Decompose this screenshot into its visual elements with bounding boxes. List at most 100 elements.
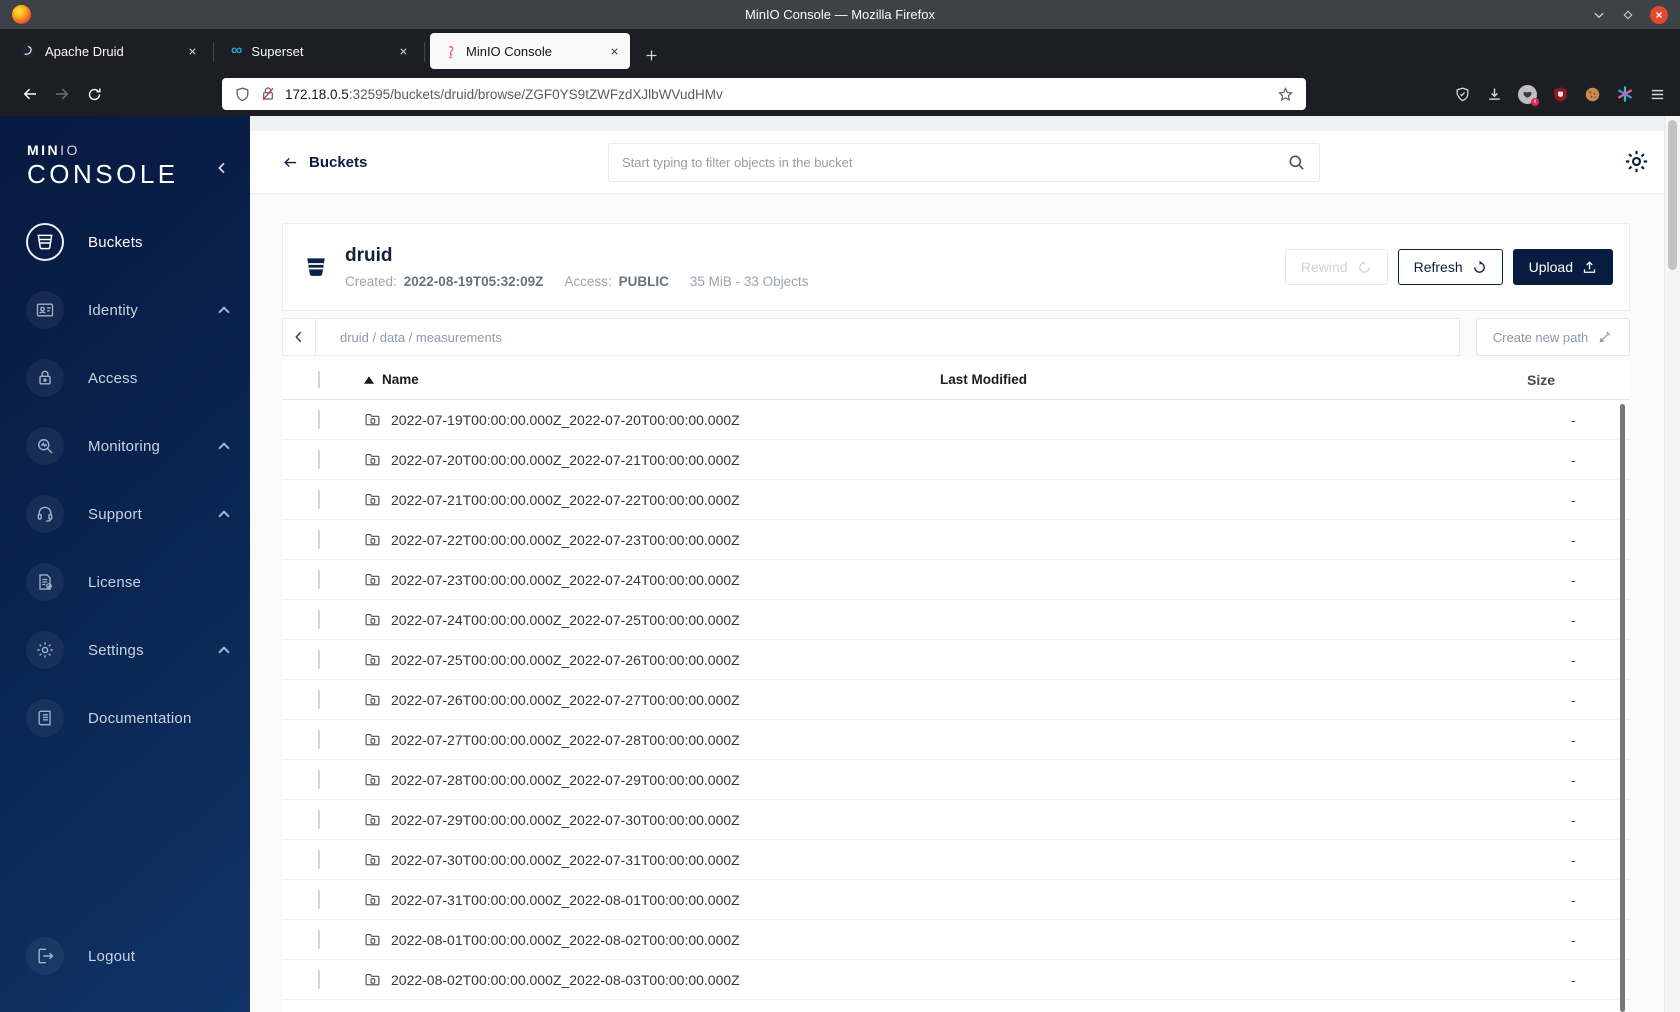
privacy-mask-icon[interactable]: x — [1518, 84, 1539, 106]
path-back-button[interactable] — [282, 318, 316, 356]
insecure-lock-icon[interactable] — [260, 86, 276, 102]
row-checkbox[interactable] — [318, 529, 320, 549]
folder-icon — [365, 893, 380, 906]
row-checkbox[interactable] — [318, 609, 320, 629]
sidebar-item-settings[interactable]: Settings — [0, 616, 250, 684]
url-text[interactable]: 172.18.0.5:32595/buckets/druid/browse/ZG… — [285, 87, 1268, 102]
object-name: 2022-08-01T00:00:00.000Z_2022-08-02T00:0… — [391, 931, 740, 948]
table-row[interactable]: 2022-07-27T00:00:00.000Z_2022-07-28T00:0… — [282, 720, 1630, 760]
table-row[interactable]: 2022-07-24T00:00:00.000Z_2022-07-25T00:0… — [282, 600, 1630, 640]
row-checkbox[interactable] — [318, 409, 320, 429]
sidebar-item-license[interactable]: License — [0, 548, 250, 616]
page-scrollbar-thumb[interactable] — [1668, 120, 1677, 270]
tab-superset[interactable]: ∞ Superset — [219, 33, 419, 69]
breadcrumb[interactable]: druid / data / measurements — [316, 318, 1460, 356]
row-checkbox[interactable] — [318, 689, 320, 709]
folder-icon — [365, 853, 380, 866]
tab-separator — [424, 42, 425, 62]
row-checkbox[interactable] — [318, 449, 320, 469]
sidebar-item-monitoring[interactable]: Monitoring — [0, 412, 250, 480]
row-checkbox[interactable] — [318, 969, 320, 989]
upload-button[interactable]: Upload — [1512, 249, 1613, 285]
settings-gear-button[interactable] — [1623, 148, 1650, 175]
table-row[interactable]: 2022-07-26T00:00:00.000Z_2022-07-27T00:0… — [282, 680, 1630, 720]
table-row[interactable]: 2022-07-23T00:00:00.000Z_2022-07-24T00:0… — [282, 560, 1630, 600]
forward-icon[interactable] — [46, 78, 78, 110]
sidebar-item-support[interactable]: Support — [0, 480, 250, 548]
page-scrollbar[interactable] — [1664, 116, 1680, 1012]
window-close-button[interactable] — [1650, 5, 1668, 24]
close-tab-icon[interactable] — [187, 46, 198, 57]
table-scrollbar[interactable] — [1620, 404, 1625, 1012]
create-new-path-button[interactable]: Create new path — [1476, 318, 1630, 356]
back-icon[interactable] — [14, 78, 46, 110]
table-row[interactable]: 2022-07-25T00:00:00.000Z_2022-07-26T00:0… — [282, 640, 1630, 680]
window-maximize-icon[interactable] — [1621, 8, 1635, 22]
row-checkbox[interactable] — [318, 889, 320, 909]
refresh-button[interactable]: Refresh — [1397, 249, 1503, 285]
gear-icon — [1625, 150, 1648, 173]
table-row[interactable]: 2022-07-20T00:00:00.000Z_2022-07-21T00:0… — [282, 440, 1630, 480]
access-value[interactable]: PUBLIC — [619, 274, 669, 289]
new-tab-button[interactable] — [644, 48, 659, 63]
cookie-icon[interactable] — [1584, 86, 1601, 103]
download-icon[interactable] — [1486, 86, 1503, 103]
row-checkbox[interactable] — [318, 769, 320, 789]
row-checkbox[interactable] — [318, 569, 320, 589]
row-checkbox[interactable] — [318, 929, 320, 949]
filter-input[interactable] — [622, 155, 1287, 170]
window-shade-icon[interactable] — [1592, 8, 1606, 22]
row-checkbox[interactable] — [318, 489, 320, 509]
sidebar-item-identity[interactable]: Identity — [0, 276, 250, 344]
documentation-icon — [26, 699, 64, 737]
sidebar-item-documentation[interactable]: Documentation — [0, 684, 250, 752]
close-tab-icon[interactable] — [609, 46, 620, 57]
table-row[interactable]: 2022-07-21T00:00:00.000Z_2022-07-22T00:0… — [282, 480, 1630, 520]
column-name[interactable]: Name — [352, 372, 940, 387]
select-all-checkbox[interactable] — [318, 371, 320, 388]
reload-icon[interactable] — [78, 78, 110, 110]
table-row[interactable]: 2022-07-30T00:00:00.000Z_2022-07-31T00:0… — [282, 840, 1630, 880]
ublock-icon[interactable] — [1552, 86, 1569, 103]
browser-toolbar: 172.18.0.5:32595/buckets/druid/browse/ZG… — [0, 72, 1680, 116]
object-size: - — [1571, 771, 1576, 788]
folder-icon — [365, 973, 380, 986]
row-checkbox[interactable] — [318, 849, 320, 869]
table-row[interactable]: 2022-07-29T00:00:00.000Z_2022-07-30T00:0… — [282, 800, 1630, 840]
row-checkbox[interactable] — [318, 809, 320, 829]
create-path-icon — [1599, 331, 1611, 343]
object-size: - — [1571, 731, 1576, 748]
back-to-buckets-link[interactable]: Buckets — [282, 154, 367, 171]
sidebar-collapse-button[interactable] — [214, 160, 230, 176]
sidebar-item-buckets[interactable]: Buckets — [0, 208, 250, 276]
column-last-modified[interactable]: Last Modified — [940, 372, 1525, 387]
table-row[interactable]: 2022-07-28T00:00:00.000Z_2022-07-29T00:0… — [282, 760, 1630, 800]
sidebar-item-logout[interactable]: Logout — [0, 922, 250, 990]
url-path: :32595/buckets/druid/browse/ZGF0YS9tZWFz… — [348, 86, 723, 102]
table-row[interactable]: 2022-07-19T00:00:00.000Z_2022-07-20T00:0… — [282, 400, 1630, 440]
tab-minio-console[interactable]: MinIO Console — [430, 33, 630, 69]
object-size: - — [1571, 851, 1576, 868]
table-row[interactable]: 2022-07-31T00:00:00.000Z_2022-08-01T00:0… — [282, 880, 1630, 920]
table-header: Name Last Modified Size — [282, 360, 1630, 400]
table-row[interactable]: 2022-07-22T00:00:00.000Z_2022-07-23T00:0… — [282, 520, 1630, 560]
row-checkbox[interactable] — [318, 729, 320, 749]
upload-icon — [1583, 260, 1596, 273]
close-tab-icon[interactable] — [398, 46, 409, 57]
row-checkbox[interactable] — [318, 649, 320, 669]
sidebar-item-access[interactable]: Access — [0, 344, 250, 412]
folder-icon — [365, 813, 380, 826]
table-row[interactable]: 2022-08-02T00:00:00.000Z_2022-08-03T00:0… — [282, 960, 1630, 1000]
shield-icon[interactable] — [234, 86, 251, 103]
menu-icon[interactable] — [1649, 86, 1666, 103]
url-bar[interactable]: 172.18.0.5:32595/buckets/druid/browse/ZG… — [222, 78, 1306, 110]
tab-apache-druid[interactable]: Apache Druid — [8, 33, 208, 69]
bookmark-star-icon[interactable] — [1277, 86, 1294, 103]
protections-shield-icon[interactable] — [1454, 86, 1471, 103]
rewind-button[interactable]: Rewind — [1284, 249, 1388, 285]
column-size[interactable]: Size — [1525, 372, 1630, 388]
logo-io: IO — [60, 142, 80, 158]
container-asterisk-icon[interactable] — [1616, 85, 1634, 103]
table-row[interactable]: 2022-08-01T00:00:00.000Z_2022-08-02T00:0… — [282, 920, 1630, 960]
logout-icon — [26, 937, 64, 975]
